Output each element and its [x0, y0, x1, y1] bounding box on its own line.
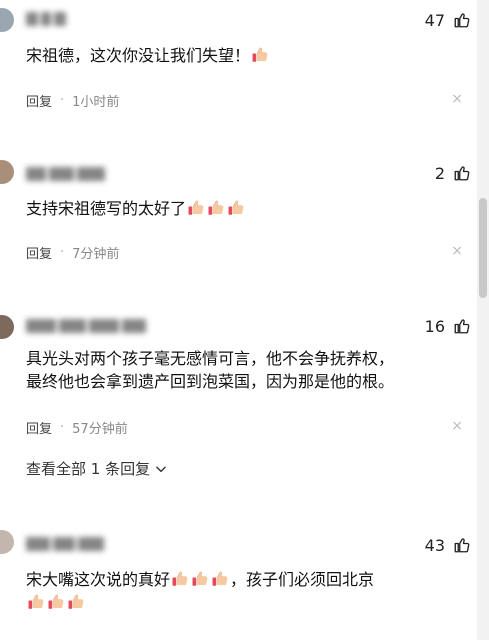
comment-text-content: 宋大嘴这次说的真好 — [26, 570, 171, 589]
thumbs-up-emoji-icon — [187, 199, 205, 217]
like-icon[interactable] — [453, 317, 471, 335]
view-all-replies-button[interactable]: 查看全部 1 条回复 — [26, 458, 168, 479]
separator-dot: · — [60, 245, 65, 260]
like-icon[interactable] — [453, 11, 471, 29]
comment-item: 16 具光头对两个孩子毫无感情可言，他不会争抚养权， 最终他也会拿到遗产回到泡菜… — [0, 305, 475, 495]
thumbs-up-emoji-icon — [191, 570, 209, 588]
reply-button[interactable]: 回复 — [26, 243, 52, 262]
comment-text-content: 宋祖德，这次你没让我们失望！ — [26, 46, 251, 65]
separator-dot: · — [60, 93, 65, 108]
timestamp: 1小时前 — [72, 95, 120, 110]
username-blurred[interactable] — [26, 12, 66, 26]
timestamp: 7分钟前 — [72, 247, 120, 262]
username-blurred[interactable] — [26, 537, 106, 551]
comment-item: 2 支持宋祖德写的太好了 回复 · 7分钟前 × — [0, 150, 475, 290]
comment-meta: 回复 · 7分钟前 — [26, 243, 119, 262]
avatar[interactable] — [0, 8, 14, 32]
comment-text: 宋大嘴这次说的真好 ，孩子们必须回北京 — [26, 568, 374, 614]
like-count: 16 — [424, 317, 445, 336]
comment-meta: 回复 · 57分钟前 — [26, 418, 128, 437]
comment-item: 43 宋大嘴这次说的真好 ，孩子们必须回北京 — [0, 520, 475, 640]
comment-text: 宋祖德，这次你没让我们失望！ — [26, 44, 270, 67]
avatar[interactable] — [0, 160, 14, 184]
thumbs-up-emoji-icon — [67, 593, 85, 611]
reply-button[interactable]: 回复 — [26, 91, 52, 110]
thumbs-up-emoji-icon — [47, 593, 65, 611]
timestamp: 57分钟前 — [72, 422, 128, 437]
close-icon[interactable]: × — [451, 243, 463, 259]
comment-meta: 回复 · 1小时前 — [26, 91, 119, 110]
scrollbar-thumb[interactable] — [479, 198, 487, 298]
like-count: 47 — [424, 11, 445, 30]
thumbs-up-emoji-icon — [227, 199, 245, 217]
username-blurred[interactable] — [26, 319, 146, 333]
thumbs-up-emoji-icon — [251, 46, 269, 64]
username-blurred[interactable] — [26, 167, 106, 181]
chevron-down-icon — [156, 466, 166, 472]
scrollbar-track[interactable] — [477, 0, 489, 640]
thumbs-up-emoji-icon — [27, 593, 45, 611]
avatar[interactable] — [0, 315, 14, 339]
comment-text: 具光头对两个孩子毫无感情可言，他不会争抚养权， 最终他也会拿到遗产回到泡菜国，因… — [26, 347, 394, 393]
comment-text-content: ，孩子们必须回北京 — [230, 570, 375, 589]
comment-text-line: 具光头对两个孩子毫无感情可言，他不会争抚养权， — [26, 349, 395, 368]
like-icon[interactable] — [453, 164, 471, 182]
view-all-replies-label: 查看全部 1 条回复 — [26, 460, 151, 478]
comment-text-content: 支持宋祖德写的太好了 — [26, 199, 187, 218]
thumbs-up-emoji-icon — [207, 199, 225, 217]
like-count: 2 — [434, 164, 445, 183]
avatar[interactable] — [0, 530, 14, 554]
close-icon[interactable]: × — [451, 91, 463, 107]
comment-text-line: 最终他也会拿到遗产回到泡菜国，因为那是他的根。 — [26, 372, 395, 391]
comment-item: 47 宋祖德，这次你没让我们失望！ 回复 · 1小时前 × — [0, 0, 475, 130]
close-icon[interactable]: × — [451, 418, 463, 434]
reply-button[interactable]: 回复 — [26, 418, 52, 437]
separator-dot: · — [60, 420, 65, 435]
thumbs-up-emoji-icon — [171, 570, 189, 588]
thumbs-up-emoji-icon — [211, 570, 229, 588]
like-count: 43 — [424, 536, 445, 555]
like-icon[interactable] — [453, 536, 471, 554]
comment-text: 支持宋祖德写的太好了 — [26, 197, 246, 220]
